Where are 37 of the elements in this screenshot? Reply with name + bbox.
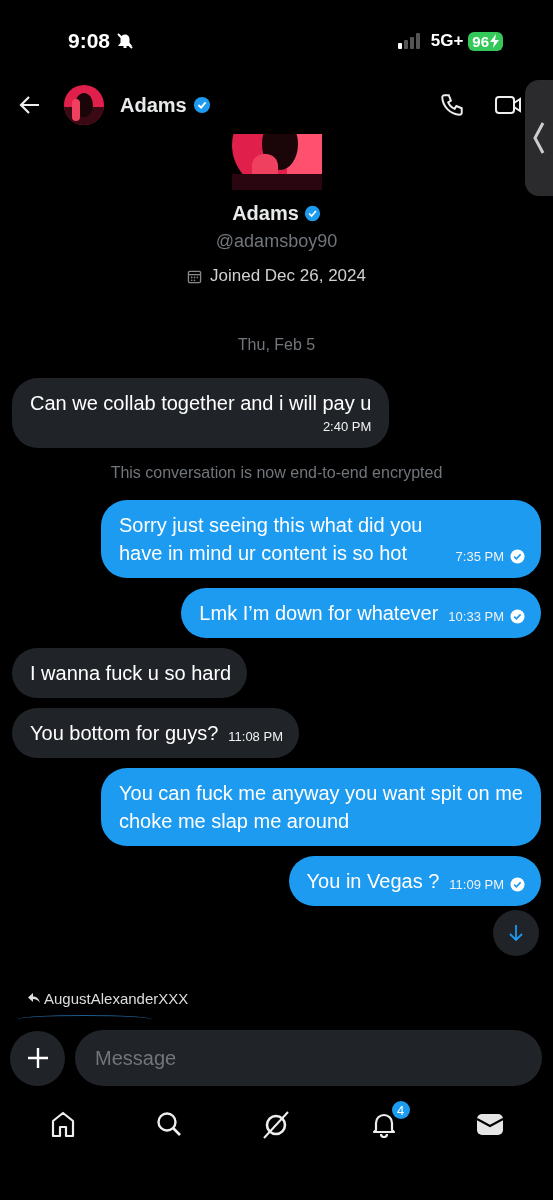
slashed-circle-icon[interactable] xyxy=(261,1110,292,1140)
message-bubble[interactable]: I wanna fuck u so hard xyxy=(12,648,248,698)
joined-date: Joined Dec 26, 2024 xyxy=(210,266,366,286)
date-separator: Thu, Feb 5 xyxy=(236,336,317,354)
message-text: I wanna fuck u so hard xyxy=(30,661,232,686)
calendar-icon xyxy=(187,268,202,284)
reply-sender-name: AugustAlexanderXXX xyxy=(44,990,189,1007)
message-text: Sorry just seeing this what did you have in mind ur content is so hot xyxy=(119,513,424,566)
message-text: Lmk I’m down for whatever xyxy=(199,601,439,626)
message-bubble[interactable]: Can we collab together and i will pay u 2:40 PM xyxy=(12,378,390,448)
arrow-down-icon xyxy=(508,924,524,942)
scroll-down-button[interactable] xyxy=(493,910,539,956)
reply-arrow-icon xyxy=(28,993,40,1004)
status-time: 9:08 xyxy=(68,29,111,53)
signal-icon xyxy=(397,33,422,49)
video-call-icon[interactable] xyxy=(495,94,521,116)
message-text: You can fuck me anyway you want spit on me choke me slap me around xyxy=(119,781,524,834)
network-label: 5G+ xyxy=(430,31,464,51)
phone-icon[interactable] xyxy=(439,92,465,118)
message-text: Can we collab together and i will pay u xyxy=(30,391,372,416)
message-time: 7:35 PM xyxy=(455,549,504,564)
message-text: You in Vegas ? xyxy=(306,869,440,894)
notification-badge: 4 xyxy=(391,1101,410,1119)
battery-indicator: 96 xyxy=(468,31,503,51)
profile-handle: @adamsboy90 xyxy=(215,231,338,252)
message-time: 10:33 PM xyxy=(448,609,504,624)
profile-name: Adams xyxy=(232,202,299,225)
encryption-notice: This conversation is now end-to-end encrypted xyxy=(109,464,444,482)
side-panel-handle[interactable] xyxy=(525,80,553,196)
message-time: 11:09 PM xyxy=(449,877,504,892)
message-text: You bottom for guys? xyxy=(30,721,219,746)
message-time: 11:08 PM xyxy=(228,729,283,744)
message-bubble[interactable]: You bottom for guys? 11:08 PM xyxy=(12,708,299,758)
plus-icon xyxy=(26,1047,49,1069)
message-time: 2:40 PM xyxy=(322,419,372,434)
contact-name[interactable]: Adams xyxy=(120,93,187,117)
message-input[interactable]: Message xyxy=(75,1030,542,1086)
